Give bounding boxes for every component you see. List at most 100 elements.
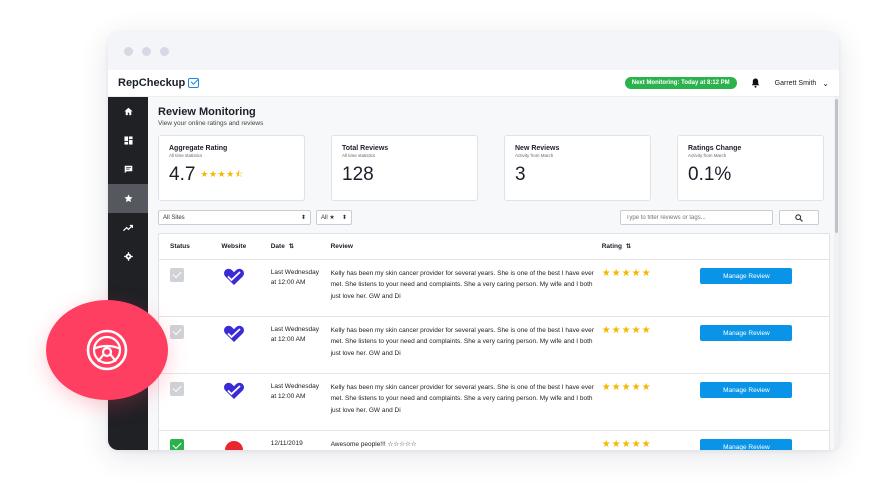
review-date: 12/11/2019	[270, 440, 303, 447]
status-cell	[159, 439, 209, 450]
stat-card-aggregate-rating: Aggregate Rating All time statistics 4.7…	[158, 135, 305, 201]
rating-select-value: All ★	[321, 215, 335, 221]
stat-sub: All time statistics	[169, 153, 203, 158]
action-cell: Manage Review	[700, 382, 829, 398]
healthgrades-logo-icon	[223, 382, 244, 399]
gear-icon	[123, 252, 133, 261]
manage-review-button[interactable]: Manage Review	[700, 439, 793, 450]
action-cell: Manage Review	[700, 268, 829, 284]
stat-label: New Reviews	[515, 145, 560, 152]
window-dot[interactable]	[160, 46, 169, 56]
filter-reviews-input[interactable]	[620, 210, 773, 225]
sidebar-item-dashboard[interactable]	[108, 126, 148, 155]
user-menu[interactable]: Garrett Smith ⌄	[775, 79, 829, 88]
next-monitoring-badge: Next Monitoring: Today at 8:12 PM	[624, 77, 737, 89]
logo-text: RepCheckup	[118, 77, 186, 89]
sort-icon[interactable]: ⇅	[626, 244, 631, 250]
sidebar-item-trends[interactable]	[108, 213, 148, 242]
website-cell	[209, 268, 259, 286]
stat-value-row: 4.7 ★★★★⯪	[169, 164, 294, 186]
main-content: Review Monitoring View your online ratin…	[148, 97, 834, 450]
col-rating[interactable]: Rating ⇅	[600, 243, 701, 250]
home-icon	[123, 107, 133, 116]
manage-review-button[interactable]: Manage Review	[700, 268, 793, 284]
page-subtitle: View your online ratings and reviews	[158, 120, 264, 127]
chat-icon	[124, 165, 132, 174]
website-cell	[209, 382, 259, 400]
stats-row: Aggregate Rating All time statistics 4.7…	[158, 135, 824, 201]
sidebar-item-settings[interactable]	[108, 242, 148, 271]
table-row: Last Wednesday at 12:00 AM Kelly has bee…	[159, 374, 829, 431]
sidebar-item-messages[interactable]	[108, 155, 148, 184]
steering-wheel-icon	[86, 329, 128, 371]
sidebar-item-reviews[interactable]	[108, 184, 148, 213]
col-status[interactable]: Status	[159, 243, 209, 250]
stat-label: Total Reviews	[342, 145, 389, 152]
stat-card-total-reviews: Total Reviews All time statistics 128	[331, 135, 478, 201]
status-checkbox[interactable]	[170, 439, 184, 450]
window-dot[interactable]	[124, 46, 133, 56]
rating-stars-icon: ★★★★⯪	[200, 169, 244, 179]
review-date: Last Wednesday at 12:00 AM	[270, 383, 320, 400]
stat-sub: All time statistics	[342, 153, 376, 158]
action-cell: Manage Review	[700, 439, 829, 450]
healthgrades-logo-icon	[223, 325, 244, 342]
stage: RepCheckup Next Monitoring: Today at 8:1…	[0, 0, 890, 500]
rating-cell: ★★★★★	[600, 382, 701, 393]
status-cell	[159, 268, 209, 282]
rating-select[interactable]: All ★ ⬍	[316, 210, 352, 225]
table-header: Status Website Date ⇅ Review Rating ⇅	[159, 234, 829, 260]
rating-cell: ★★★★★	[600, 325, 701, 336]
review-text: Kelly has been my skin cancer provider f…	[330, 270, 594, 300]
rating-stars-icon: ★★★★★	[601, 382, 652, 393]
trending-icon	[123, 224, 133, 231]
col-rating-label: Rating	[601, 243, 622, 250]
manage-review-button[interactable]: Manage Review	[700, 382, 793, 398]
logo-check-icon	[188, 78, 200, 88]
sort-icon[interactable]: ⇅	[289, 244, 294, 250]
status-checkbox[interactable]	[170, 325, 184, 339]
review-text: Awesome people!!! ☆☆☆☆☆	[330, 441, 417, 448]
rating-stars-icon: ★★★★★	[601, 325, 652, 336]
scrollbar-thumb[interactable]	[835, 99, 838, 233]
stat-value: 3	[515, 164, 526, 185]
sites-select-value: All Sites	[163, 214, 185, 221]
healthgrades-logo-icon	[223, 268, 244, 285]
sidebar-item-home[interactable]	[108, 97, 148, 126]
col-review[interactable]: Review	[323, 241, 600, 252]
reviews-table: Status Website Date ⇅ Review Rating ⇅ Last…	[158, 233, 830, 450]
window-dot[interactable]	[142, 46, 151, 56]
page-title: Review Monitoring	[158, 106, 256, 118]
stat-label: Ratings Change	[688, 145, 742, 152]
dashboard-icon	[123, 136, 133, 145]
star-icon	[123, 194, 133, 203]
logo[interactable]: RepCheckup	[118, 77, 200, 89]
status-checkbox[interactable]	[170, 268, 184, 282]
table-row: Last Wednesday at 12:00 AM Kelly has bee…	[159, 317, 829, 374]
search-button[interactable]	[779, 210, 819, 225]
stat-value: 128	[342, 164, 374, 185]
table-row: 12/11/2019 Awesome people!!! ☆☆☆☆☆ ★★★★★…	[159, 431, 829, 450]
status-cell	[159, 382, 209, 396]
review-text: Kelly has been my skin cancer provider f…	[330, 327, 594, 357]
yelp-logo-icon	[224, 441, 243, 450]
status-cell	[159, 325, 209, 339]
updown-arrow-icon: ⬍	[341, 215, 347, 221]
table-row: Last Wednesday at 12:00 AM Kelly has bee…	[159, 260, 829, 317]
app-window: RepCheckup Next Monitoring: Today at 8:1…	[108, 32, 839, 450]
col-date[interactable]: Date ⇅	[259, 242, 323, 252]
steering-wheel-badge	[46, 300, 168, 400]
col-website[interactable]: Website	[209, 243, 259, 250]
manage-review-button[interactable]: Manage Review	[700, 325, 793, 341]
rating-cell: ★★★★★	[600, 439, 701, 450]
stat-value: 0.1%	[688, 164, 732, 185]
status-checkbox[interactable]	[170, 382, 184, 396]
window-chrome	[108, 32, 839, 70]
user-name: Garrett Smith	[774, 79, 817, 87]
review-date: Last Wednesday at 12:00 AM	[270, 269, 320, 286]
bell-icon[interactable]	[749, 76, 763, 90]
review-date: Last Wednesday at 12:00 AM	[270, 326, 320, 343]
review-text: Kelly has been my skin cancer provider f…	[330, 384, 594, 414]
sites-select[interactable]: All Sites ⬍	[158, 210, 311, 225]
stat-sub: Activity from March	[688, 153, 727, 158]
